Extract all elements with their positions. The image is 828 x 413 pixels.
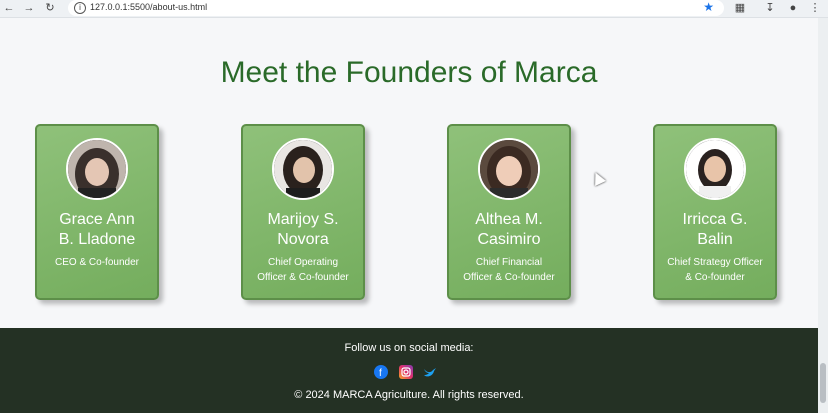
site-info-icon[interactable]: i [74, 2, 86, 14]
founder-name: Irricca G. Balin [682, 211, 748, 248]
copyright-text: © 2024 MARCA Agriculture. All rights res… [294, 389, 524, 401]
menu-icon[interactable]: ⋮ [808, 1, 822, 15]
founder-role: Chief Financial Officer & Co-founder [463, 257, 555, 283]
founder-card: Althea M. Casimiro Chief Financial Officer… [447, 124, 571, 300]
profile-icon[interactable]: ● [786, 1, 800, 15]
instagram-icon[interactable] [399, 365, 413, 379]
scrollbar-thumb[interactable] [820, 363, 826, 403]
forward-icon[interactable]: → [22, 1, 36, 15]
extensions-icon[interactable]: ▦ [733, 1, 747, 15]
founder-role: Chief Strategy Officer & Co-founder [667, 257, 763, 283]
bookmark-star-icon[interactable]: ★ [703, 0, 714, 14]
founder-card: Grace Ann B. Lladone CEO & Co-founder [35, 124, 159, 300]
reload-icon[interactable]: ↻ [43, 1, 57, 15]
founder-avatar [66, 138, 128, 200]
founder-avatar [478, 138, 540, 200]
address-bar[interactable]: i 127.0.0.1:5500/about-us.html ★ [68, 0, 724, 16]
download-icon[interactable]: ↧ [763, 1, 777, 15]
founder-name: Althea M. Casimiro [475, 211, 543, 248]
footer: Follow us on social media: f © 2024 MARC… [0, 328, 818, 413]
browser-toolbar: ← → ↻ i 127.0.0.1:5500/about-us.html ★ ▦… [0, 0, 828, 18]
page-title: Meet the Founders of Marca [220, 56, 598, 89]
back-icon[interactable]: ← [2, 1, 16, 15]
svg-text:f: f [379, 368, 382, 379]
twitter-icon[interactable] [423, 365, 437, 379]
founder-card: Marijoy S. Novora Chief Operating Officer … [241, 124, 365, 300]
founder-name: Grace Ann B. Lladone [58, 211, 136, 248]
founder-name: Marijoy S. Novora [267, 211, 339, 248]
founder-avatar [272, 138, 334, 200]
founder-card: Irricca G. Balin Chief Strategy Officer & … [653, 124, 777, 300]
url-text: 127.0.0.1:5500/about-us.html [90, 2, 208, 12]
founder-role: Chief Operating Officer & Co-founder [257, 257, 349, 283]
follow-text: Follow us on social media: [344, 342, 474, 354]
facebook-icon[interactable]: f [374, 365, 388, 379]
founder-avatar [684, 138, 746, 200]
scrollbar[interactable] [818, 18, 828, 413]
founder-role: CEO & Co-founder [55, 257, 139, 268]
